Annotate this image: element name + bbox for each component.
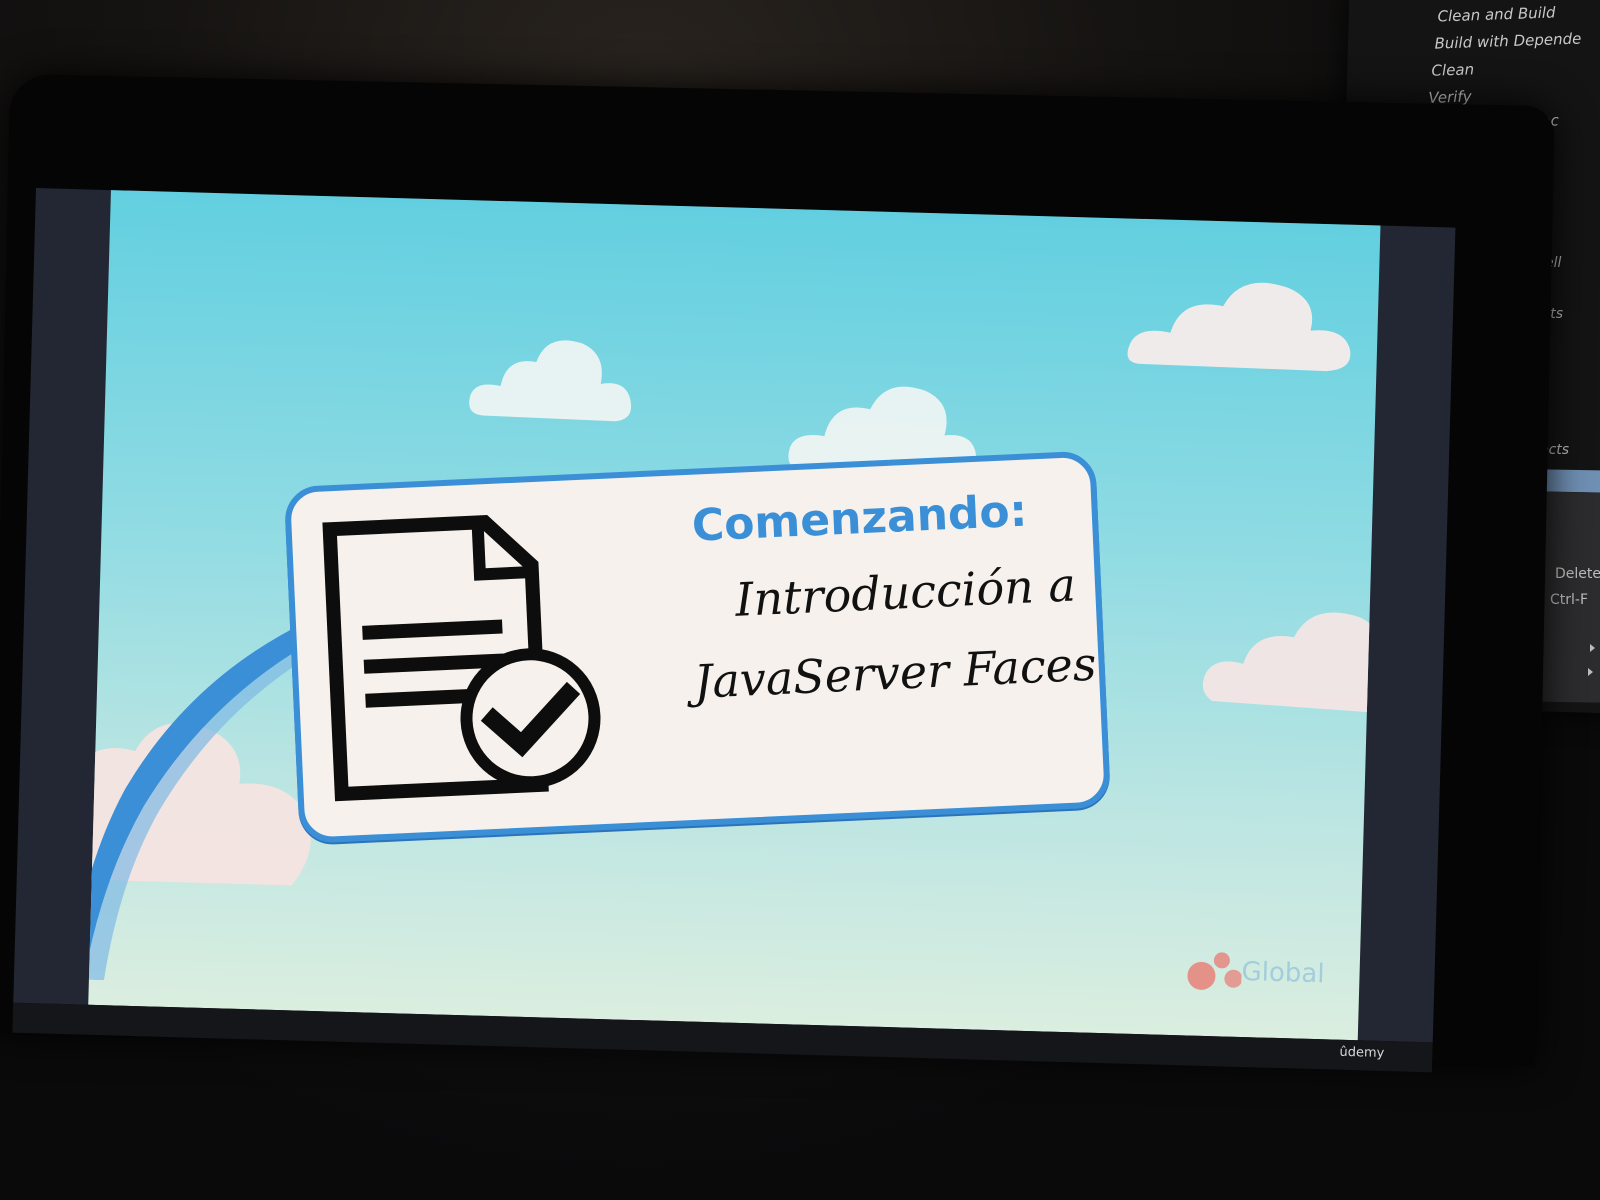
delete-label: Delete — [1555, 566, 1600, 582]
cloud-icon — [1127, 282, 1351, 372]
video-slide: Comenzando: Introducción a JavaServer Fa… — [88, 190, 1381, 1041]
udemy-brand: ûdemy — [1339, 1044, 1385, 1061]
title-card: Comenzando: Introducción a JavaServer Fa… — [283, 450, 1112, 844]
cloud-icon — [1202, 612, 1381, 715]
submenu-arrow-icon — [1590, 644, 1595, 652]
photo-scene: Clean and Build Build with Depende Clean… — [0, 0, 1600, 1200]
cloud-icon — [469, 340, 632, 422]
global-logo: Global — [1181, 945, 1325, 999]
document-check-icon — [322, 515, 601, 802]
shortcut-label: Ctrl-F — [1550, 592, 1589, 608]
slide-subtitle-line2: JavaServer Faces — [692, 636, 1098, 709]
logo-text: Global — [1241, 956, 1325, 990]
submenu-arrow-icon — [1588, 668, 1593, 676]
global-logo-icon — [1187, 952, 1243, 990]
slide-subtitle-line1: Introducción a — [734, 557, 1077, 627]
laptop-display: Comenzando: Introducción a JavaServer Fa… — [12, 188, 1456, 1073]
slide-title: Comenzando: — [690, 485, 1029, 552]
